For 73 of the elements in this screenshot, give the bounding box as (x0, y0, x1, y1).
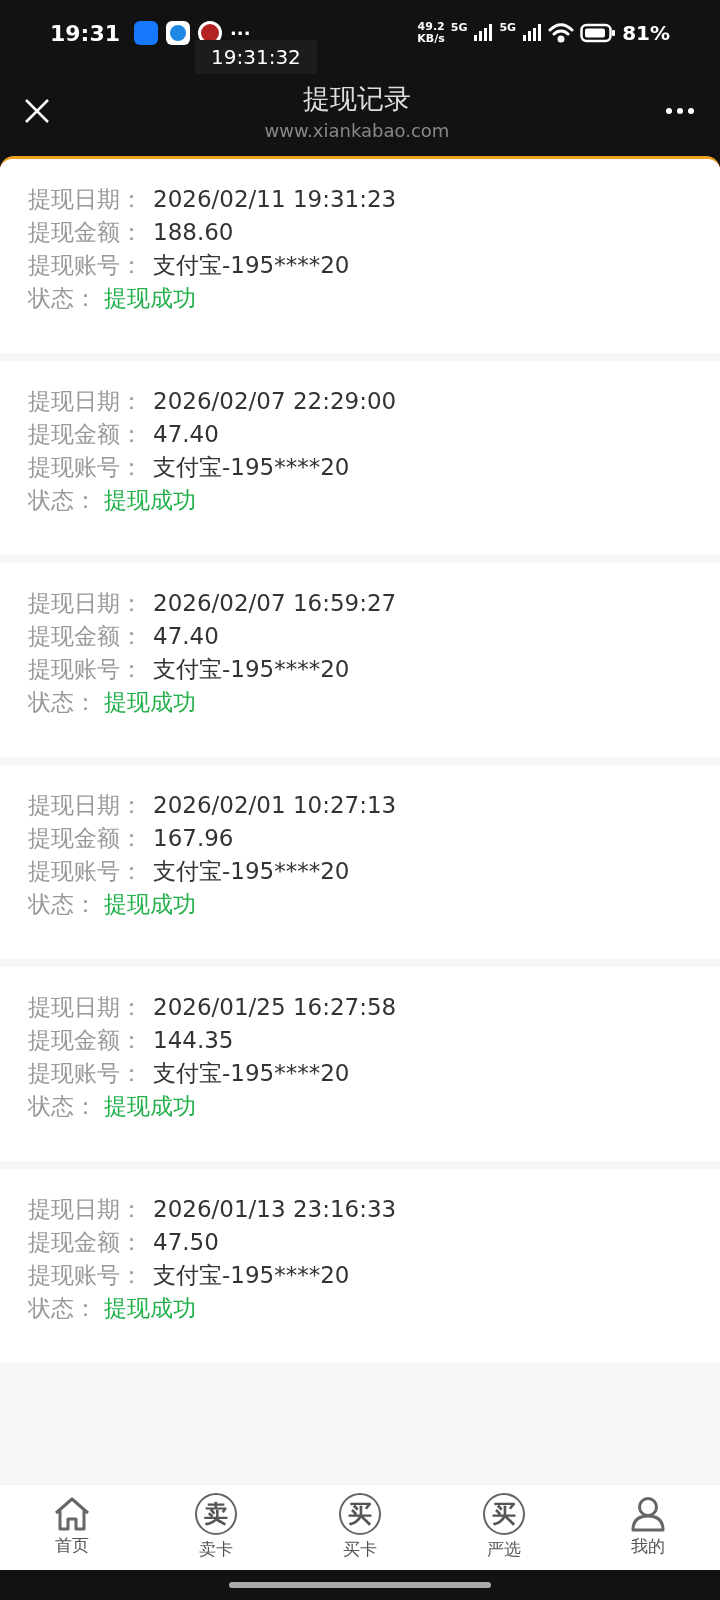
record-date: 2026/01/25 16:27:58 (153, 993, 397, 1022)
record-account: 支付宝-195****20 (153, 1059, 350, 1088)
record-amount: 47.40 (153, 420, 219, 449)
circled-character-icon: 买 (483, 1492, 525, 1535)
record-date: 2026/02/07 22:29:00 (153, 387, 397, 416)
status-time: 19:31 (50, 19, 121, 48)
record-status: 提现成功 (104, 1092, 196, 1121)
app-icon (134, 21, 159, 45)
field-label: 提现日期： (28, 791, 144, 820)
home-icon (53, 1496, 91, 1531)
field-label: 提现账号： (28, 251, 144, 280)
record-account: 支付宝-195****20 (153, 857, 350, 886)
field-label: 状态： (28, 1092, 98, 1121)
wifi-icon (548, 23, 575, 43)
record-account: 支付宝-195****20 (153, 453, 350, 482)
record-status: 提现成功 (104, 284, 196, 313)
record-date: 2026/02/01 10:27:13 (153, 791, 397, 820)
record-amount: 144.35 (153, 1026, 234, 1055)
field-label: 提现日期： (28, 1195, 144, 1224)
circled-character-icon: 卖 (195, 1492, 237, 1535)
record-account: 支付宝-195****20 (153, 655, 350, 684)
field-label: 提现金额： (28, 824, 144, 853)
nav-tab[interactable]: 买 严选 (432, 1485, 576, 1570)
field-label: 状态： (28, 688, 98, 717)
record-account: 支付宝-195****20 (153, 1261, 350, 1290)
circled-character-icon: 买 (339, 1492, 381, 1535)
record-amount: 167.96 (153, 824, 234, 853)
record-account: 支付宝-195****20 (153, 251, 350, 280)
field-label: 提现账号： (28, 857, 144, 886)
field-label: 状态： (28, 486, 98, 515)
field-label: 提现账号： (28, 1261, 144, 1290)
field-label: 提现金额： (28, 218, 144, 247)
network-unit: KB/s (417, 33, 445, 45)
field-label: 状态： (28, 890, 98, 919)
record-date: 2026/02/07 16:59:27 (153, 589, 397, 618)
field-label: 提现金额： (28, 1228, 144, 1257)
network-type: 5G (499, 20, 517, 36)
network-speed: 49.2 (417, 21, 445, 33)
field-label: 状态： (28, 1294, 98, 1323)
page-url: www.xiankabao.com (264, 119, 450, 143)
network-type: 5G (450, 20, 468, 36)
nav-tab[interactable]: 买 买卡 (288, 1485, 432, 1570)
field-label: 提现日期： (28, 185, 144, 214)
record-status: 提现成功 (104, 890, 196, 919)
battery-level: 81% (622, 20, 670, 47)
nav-tab[interactable]: 首页 (0, 1485, 144, 1570)
app-icon (166, 21, 191, 45)
record-status: 提现成功 (104, 486, 196, 515)
record-date: 2026/02/11 19:31:23 (153, 185, 397, 214)
field-label: 状态： (28, 284, 98, 313)
nav-tab[interactable]: 我的 (576, 1485, 720, 1570)
signal-icon (522, 24, 543, 42)
record-date: 2026/01/13 23:16:33 (153, 1195, 397, 1224)
user-icon (631, 1495, 665, 1532)
page-title: 提现记录 (303, 82, 411, 116)
record-amount: 188.60 (153, 218, 234, 247)
field-label: 提现金额： (28, 1026, 144, 1055)
record-status: 提现成功 (104, 1294, 196, 1323)
field-label: 提现金额： (28, 622, 144, 651)
clock-overlay: 19:31:32 (195, 40, 317, 74)
field-label: 提现日期： (28, 993, 144, 1022)
field-label: 提现账号： (28, 655, 144, 684)
record-amount: 47.40 (153, 622, 219, 651)
nav-tab[interactable]: 卖 卖卡 (144, 1485, 288, 1570)
field-label: 提现日期： (28, 589, 144, 618)
field-label: 提现日期： (28, 387, 144, 416)
record-status: 提现成功 (104, 688, 196, 717)
battery-icon (580, 23, 617, 43)
field-label: 提现账号： (28, 1059, 144, 1088)
field-label: 提现账号： (28, 453, 144, 482)
field-label: 提现金额： (28, 420, 144, 449)
record-amount: 47.50 (153, 1228, 219, 1257)
signal-icon (473, 24, 494, 42)
